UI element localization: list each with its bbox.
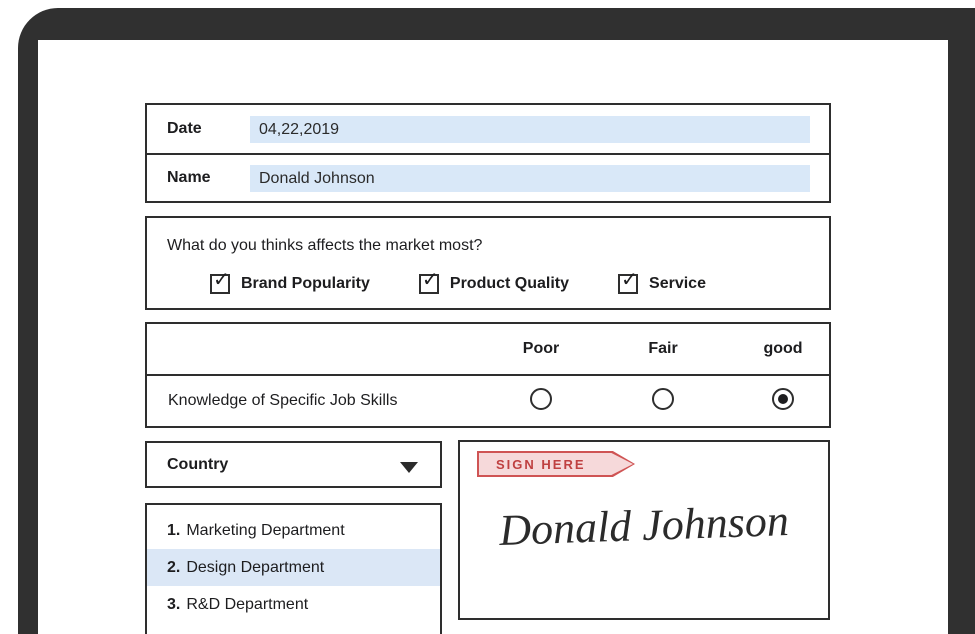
rating-column-poor: Poor [496, 340, 586, 358]
market-question-text: What do you thinks affects the market mo… [167, 237, 482, 255]
list-item-number: 3. [167, 596, 180, 614]
date-input[interactable]: 04,22,2019 [250, 116, 810, 143]
date-row: Date 04,22,2019 [147, 105, 829, 153]
option-brand-popularity[interactable]: ✓ Brand Popularity [210, 274, 370, 294]
sign-here-tag[interactable]: SIGN HERE [477, 451, 635, 477]
checkbox-brand-popularity[interactable]: ✓ [210, 274, 230, 294]
checkbox-product-quality[interactable]: ✓ [419, 274, 439, 294]
rating-row-label: Knowledge of Specific Job Skills [168, 392, 397, 410]
list-item-rnd[interactable]: 3. R&D Department [147, 586, 440, 623]
list-item-design[interactable]: 2. Design Department [147, 549, 440, 586]
date-label: Date [147, 120, 250, 138]
list-item-label: R&D Department [186, 596, 308, 614]
list-item-label: Design Department [186, 559, 324, 577]
radio-good[interactable] [772, 388, 794, 410]
name-input[interactable]: Donald Johnson [250, 165, 810, 192]
signature-area[interactable]: SIGN HERE Donald Johnson [458, 440, 830, 620]
checkbox-service[interactable]: ✓ [618, 274, 638, 294]
name-label: Name [147, 169, 250, 187]
rating-header: Poor Fair good [147, 324, 829, 376]
list-item-marketing[interactable]: 1. Marketing Department [147, 512, 440, 549]
checkmark-icon: ✓ [621, 270, 638, 290]
rating-table: Poor Fair good Knowledge of Specific Job… [145, 322, 831, 428]
option-label: Product Quality [450, 275, 569, 293]
option-label: Brand Popularity [241, 275, 370, 293]
option-service[interactable]: ✓ Service [618, 274, 706, 294]
signature-text: Donald Johnson [459, 494, 829, 558]
checkmark-icon: ✓ [422, 270, 439, 290]
option-product-quality[interactable]: ✓ Product Quality [419, 274, 569, 294]
rating-column-fair: Fair [618, 340, 708, 358]
checkmark-icon: ✓ [213, 270, 230, 290]
radio-poor[interactable] [530, 388, 552, 410]
list-item-number: 1. [167, 522, 180, 540]
market-question-box: What do you thinks affects the market mo… [145, 216, 831, 310]
option-label: Service [649, 275, 706, 293]
country-dropdown[interactable]: Country [145, 441, 442, 488]
rating-column-good: good [738, 340, 828, 358]
date-name-box: Date 04,22,2019 Name Donald Johnson [145, 103, 831, 203]
country-dropdown-label: Country [167, 456, 228, 474]
sign-here-label: SIGN HERE [479, 453, 633, 475]
departments-list: 1. Marketing Department 2. Design Depart… [145, 503, 442, 634]
screenshot-canvas: Date 04,22,2019 Name Donald Johnson What… [0, 0, 975, 634]
chevron-down-icon [400, 462, 418, 473]
market-options-row: ✓ Brand Popularity ✓ Product Quality ✓ S… [210, 274, 706, 294]
radio-fair[interactable] [652, 388, 674, 410]
list-item-label: Marketing Department [186, 522, 344, 540]
name-row: Name Donald Johnson [147, 153, 829, 201]
list-item-number: 2. [167, 559, 180, 577]
